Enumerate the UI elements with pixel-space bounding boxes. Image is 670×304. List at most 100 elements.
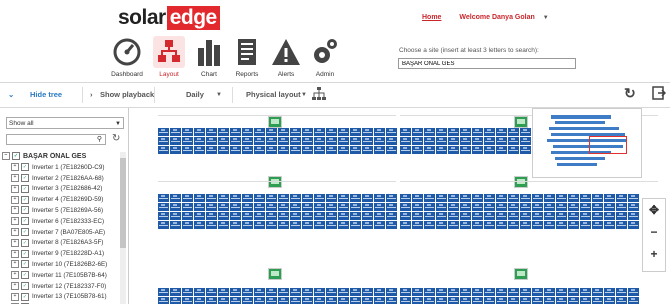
pan-icon[interactable]: ✥: [643, 199, 665, 221]
solar-panel[interactable]: [460, 288, 471, 296]
solar-panel[interactable]: [314, 288, 325, 296]
solar-panel[interactable]: [412, 137, 423, 145]
solar-panel[interactable]: [472, 212, 483, 220]
solar-panel[interactable]: [508, 137, 519, 145]
solar-panel[interactable]: [242, 297, 253, 304]
solar-panel[interactable]: [362, 221, 373, 229]
solar-panel[interactable]: [206, 146, 217, 154]
inverter-icon[interactable]: [268, 176, 282, 188]
solar-panel[interactable]: [386, 137, 397, 145]
solar-panel[interactable]: [266, 212, 277, 220]
solar-panel[interactable]: [230, 212, 241, 220]
solar-panel[interactable]: [278, 146, 289, 154]
solar-panel[interactable]: [206, 203, 217, 211]
solar-panel[interactable]: [326, 203, 337, 211]
tree-search-input[interactable]: ⚲: [6, 134, 106, 145]
solar-panel[interactable]: [520, 203, 531, 211]
solar-panel[interactable]: [592, 212, 603, 220]
solar-panel[interactable]: [386, 212, 397, 220]
solar-panel[interactable]: [556, 297, 567, 304]
solar-panel[interactable]: [460, 212, 471, 220]
solar-panel[interactable]: [302, 288, 313, 296]
solar-panel[interactable]: [182, 288, 193, 296]
solar-panel[interactable]: [350, 221, 361, 229]
solar-panel[interactable]: [254, 203, 265, 211]
solar-panel[interactable]: [424, 203, 435, 211]
solar-panel[interactable]: [206, 194, 217, 202]
tree-inverter-node[interactable]: + ✓ Inverter 11 (7E105B7B-64): [2, 271, 120, 282]
panel-array[interactable]: [158, 194, 397, 229]
solar-panel[interactable]: [266, 137, 277, 145]
solar-panel[interactable]: [362, 288, 373, 296]
solar-panel[interactable]: [412, 146, 423, 154]
solar-panel[interactable]: [472, 297, 483, 304]
solar-panel[interactable]: [508, 146, 519, 154]
solar-panel[interactable]: [170, 297, 181, 304]
solar-panel[interactable]: [326, 146, 337, 154]
tree-checkbox[interactable]: ✓: [21, 195, 29, 204]
tree-inverter-node[interactable]: + ✓ Inverter 5 (7E18269A-56): [2, 206, 120, 217]
solar-panel[interactable]: [278, 128, 289, 136]
scrollbar-thumb[interactable]: [120, 158, 126, 248]
nav-layout[interactable]: Layout: [148, 36, 190, 78]
solar-panel[interactable]: [314, 146, 325, 154]
solar-panel[interactable]: [400, 146, 411, 154]
solar-panel[interactable]: [194, 146, 205, 154]
solar-panel[interactable]: [436, 212, 447, 220]
solar-panel[interactable]: [484, 194, 495, 202]
solar-panel[interactable]: [206, 212, 217, 220]
inverter-icon[interactable]: [268, 268, 282, 280]
solar-panel[interactable]: [350, 128, 361, 136]
solar-panel[interactable]: [170, 288, 181, 296]
solar-panel[interactable]: [424, 288, 435, 296]
solar-panel[interactable]: [580, 194, 591, 202]
solar-panel[interactable]: [520, 128, 531, 136]
solar-panel[interactable]: [544, 297, 555, 304]
solar-panel[interactable]: [302, 194, 313, 202]
expand-icon[interactable]: +: [11, 260, 19, 269]
solar-panel[interactable]: [158, 297, 169, 304]
solar-panel[interactable]: [616, 212, 627, 220]
solar-panel[interactable]: [532, 221, 543, 229]
solar-panel[interactable]: [350, 288, 361, 296]
solar-panel[interactable]: [592, 221, 603, 229]
panel-array[interactable]: [400, 194, 639, 229]
solar-panel[interactable]: [302, 137, 313, 145]
solar-panel[interactable]: [484, 297, 495, 304]
solar-panel[interactable]: [400, 194, 411, 202]
solar-panel[interactable]: [182, 146, 193, 154]
solar-panel[interactable]: [412, 221, 423, 229]
solar-panel[interactable]: [338, 146, 349, 154]
solar-panel[interactable]: [424, 297, 435, 304]
period-caret-icon[interactable]: ▼: [216, 92, 222, 98]
solar-panel[interactable]: [158, 288, 169, 296]
collapse-icon[interactable]: −: [2, 152, 10, 161]
solar-panel[interactable]: [254, 194, 265, 202]
minimap-viewport[interactable]: [589, 136, 627, 154]
solar-panel[interactable]: [170, 146, 181, 154]
solar-panel[interactable]: [206, 128, 217, 136]
solar-panel[interactable]: [170, 194, 181, 202]
solar-panel[interactable]: [448, 128, 459, 136]
solar-panel[interactable]: [580, 221, 591, 229]
solar-panel[interactable]: [374, 137, 385, 145]
solar-panel[interactable]: [326, 288, 337, 296]
solar-panel[interactable]: [242, 194, 253, 202]
inverter-icon[interactable]: [268, 116, 282, 128]
solar-panel[interactable]: [158, 137, 169, 145]
solar-panel[interactable]: [448, 203, 459, 211]
tree-checkbox[interactable]: ✓: [21, 227, 29, 236]
solar-panel[interactable]: [230, 221, 241, 229]
solar-panel[interactable]: [338, 203, 349, 211]
solar-panel[interactable]: [568, 288, 579, 296]
tree-inverter-node[interactable]: + ✓ Inverter 6 (7E182333-EC): [2, 217, 120, 228]
solar-panel[interactable]: [544, 221, 555, 229]
solar-panel[interactable]: [460, 128, 471, 136]
solar-panel[interactable]: [290, 137, 301, 145]
solar-panel[interactable]: [194, 194, 205, 202]
solar-panel[interactable]: [206, 297, 217, 304]
solar-panel[interactable]: [400, 221, 411, 229]
solar-panel[interactable]: [266, 146, 277, 154]
solar-panel[interactable]: [242, 288, 253, 296]
solar-panel[interactable]: [182, 297, 193, 304]
